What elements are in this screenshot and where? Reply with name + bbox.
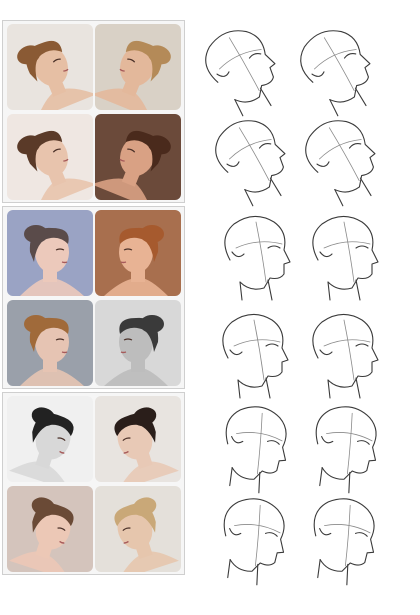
sketch-head-tilt-down-10 [298,398,388,494]
reference-photo-braided-updo-head-tilted-back [7,24,93,110]
reference-photo-hands-on-head-looking-up [7,114,93,200]
reference-photo-tiara-looking-down [7,486,93,572]
reference-photo-blonde-headband-head-tilted-back [95,24,181,110]
sketch-head-tilt-down-11 [206,490,296,586]
reference-photo-redhead-looking-down [95,210,181,296]
sketch-head-tilt-down-12 [296,490,386,586]
reference-photo-bw-messy-bun-looking-down [7,396,93,482]
sketch-head-three-quarter-5 [210,208,300,304]
reference-photo-hair-jewel-looking-down [95,396,181,482]
sketch-head-tilt-back-2 [290,22,380,118]
reference-photo-blue-eyeshadow-three-quarter [7,300,93,386]
sketch-head-three-quarter-6 [298,208,388,304]
sketch-head-tilt-up-4 [295,112,385,208]
sketch-head-three-quarter-7 [208,306,298,402]
reference-photo-floral-updo-three-quarter [7,210,93,296]
sketch-head-tilt-back-1 [195,22,285,118]
reference-photo-blonde-updo-profile-down [95,486,181,572]
sketch-head-tilt-down-9 [208,398,298,494]
sketch-head-three-quarter-8 [298,306,388,402]
reference-photo-profile-looking-up-earring [95,114,181,200]
reference-photo-bw-braided-looking-down [95,300,181,386]
sketch-head-tilt-up-3 [205,112,295,208]
